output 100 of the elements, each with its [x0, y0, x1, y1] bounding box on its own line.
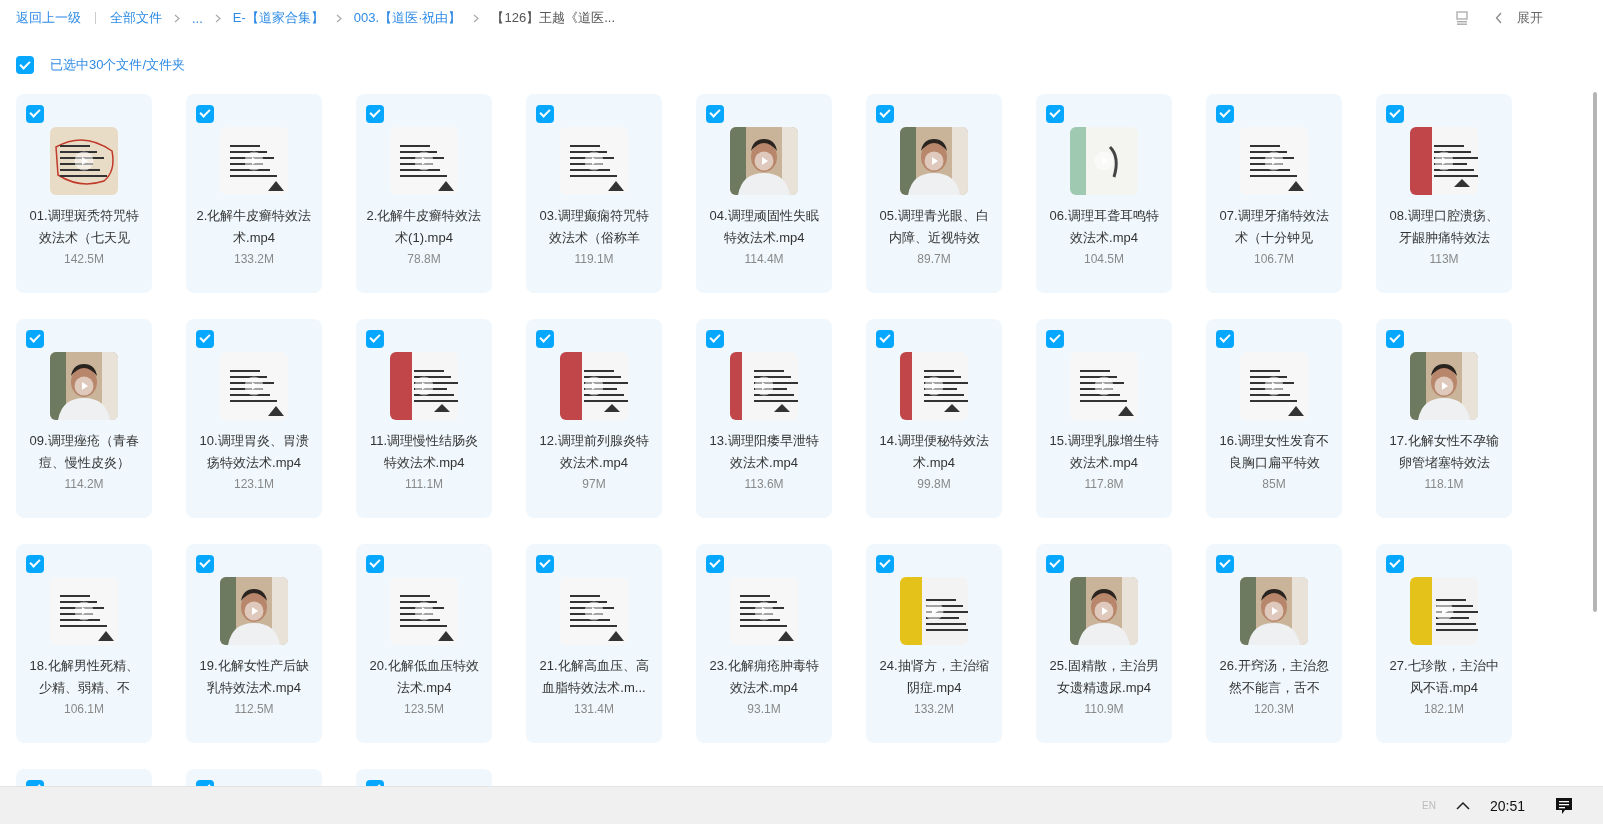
file-size: 120.3M — [1254, 701, 1294, 718]
file-checkbox[interactable] — [26, 554, 44, 573]
file-checkbox[interactable] — [1046, 554, 1064, 573]
file-card[interactable]: 01.调理斑秃符咒特效法术（七天见 142.5M — [16, 94, 152, 293]
breadcrumb-link[interactable]: 全部文件 — [110, 9, 162, 27]
play-icon — [924, 601, 944, 621]
list-view-icon[interactable] — [1455, 11, 1469, 25]
file-name: 19.化解女性产后缺乳特效法术.mp4 — [198, 657, 310, 697]
expand-button[interactable]: 展开 — [1517, 9, 1543, 27]
file-checkbox[interactable] — [706, 329, 724, 348]
chevron-left-icon[interactable] — [1495, 12, 1503, 24]
file-size: 118.1M — [1424, 476, 1464, 493]
play-icon — [1264, 601, 1284, 621]
file-card[interactable]: 2.化解牛皮癣特效法术.mp4 133.2M — [186, 94, 322, 293]
file-card[interactable]: 06.调理耳聋耳鸣特效法术.mp4 104.5M — [1036, 94, 1172, 293]
file-checkbox[interactable] — [366, 104, 384, 123]
scrollbar[interactable] — [1593, 92, 1597, 612]
file-card[interactable]: 19.化解女性产后缺乳特效法术.mp4 112.5M — [186, 544, 322, 743]
file-card[interactable]: 24.抽肾方，主治缩阴症.mp4 133.2M — [866, 544, 1002, 743]
file-size: 131.4M — [574, 701, 614, 718]
file-checkbox[interactable] — [1046, 329, 1064, 348]
file-name: 13.调理阳痿早泄特效法术.mp4 — [708, 432, 820, 472]
file-checkbox[interactable] — [706, 554, 724, 573]
play-icon — [1264, 151, 1284, 171]
file-checkbox[interactable] — [876, 104, 894, 123]
file-card[interactable]: 27.七珍散，主治中风不语.mp4 182.1M — [1376, 544, 1512, 743]
caret-up-icon[interactable] — [1455, 801, 1470, 810]
file-checkbox[interactable] — [196, 329, 214, 348]
file-size: 97M — [582, 476, 606, 493]
play-icon — [414, 376, 434, 396]
file-checkbox[interactable] — [366, 329, 384, 348]
back-link[interactable]: 返回上一级 — [16, 9, 81, 27]
play-icon — [754, 601, 774, 621]
file-checkbox[interactable] — [876, 329, 894, 348]
file-checkbox[interactable] — [196, 554, 214, 573]
file-checkbox[interactable] — [536, 329, 554, 348]
file-card[interactable]: 07.调理牙痛特效法术（十分钟见 106.7M — [1206, 94, 1342, 293]
file-card[interactable]: 09.调理痤疮（青春痘、慢性皮炎） 114.2M — [16, 319, 152, 518]
file-checkbox[interactable] — [1216, 329, 1234, 348]
file-name: 24.抽肾方，主治缩阴症.mp4 — [878, 657, 990, 697]
file-card[interactable]: 10.调理胃炎、胃溃疡特效法术.mp4 123.1M — [186, 319, 322, 518]
file-size: 89.7M — [917, 251, 951, 268]
play-icon — [74, 376, 94, 396]
breadcrumb-link[interactable]: 003.【道医·祝由】 — [353, 9, 462, 27]
play-icon — [244, 151, 264, 171]
file-card[interactable]: 16.调理女性发育不良胸口扁平特效 85M — [1206, 319, 1342, 518]
file-size: 133.2M — [914, 701, 954, 718]
file-checkbox[interactable] — [536, 554, 554, 573]
select-all-checkbox[interactable] — [16, 56, 34, 74]
file-card[interactable]: 17.化解女性不孕输卵管堵塞特效法 118.1M — [1376, 319, 1512, 518]
file-card[interactable]: 21.化解高血压、高血脂特效法术.m... 131.4M — [526, 544, 662, 743]
file-card[interactable]: 26.开窍汤，主治忽然不能言，舌不 120.3M — [1206, 544, 1342, 743]
play-icon — [414, 151, 434, 171]
play-icon — [414, 601, 434, 621]
breadcrumb-link[interactable]: E-【道家合集】 — [232, 9, 324, 27]
file-card[interactable]: 11.调理慢性结肠炎特效法术.mp4 111.1M — [356, 319, 492, 518]
selection-count: 已选中30个文件/文件夹 — [50, 56, 186, 74]
file-checkbox[interactable] — [26, 104, 44, 123]
file-card[interactable]: 20.化解低血压特效法术.mp4 123.5M — [356, 544, 492, 743]
file-checkbox[interactable] — [1046, 104, 1064, 123]
file-card[interactable]: 2.化解牛皮癣特效法术(1).mp4 78.8M — [356, 94, 492, 293]
file-name: 14.调理便秘特效法术.mp4 — [878, 432, 990, 472]
clock[interactable]: 20:51 — [1489, 797, 1525, 814]
file-checkbox[interactable] — [1386, 104, 1404, 123]
file-card[interactable]: 03.调理癫痫符咒特效法术（俗称羊 119.1M — [526, 94, 662, 293]
play-icon — [1434, 151, 1454, 171]
file-checkbox[interactable] — [1386, 554, 1404, 573]
file-checkbox[interactable] — [1386, 329, 1404, 348]
file-checkbox[interactable] — [196, 104, 214, 123]
breadcrumb-current[interactable]: 【126】王越《道医... — [491, 9, 615, 27]
file-card[interactable]: 25.固精散，主治男女遗精遗尿.mp4 110.9M — [1036, 544, 1172, 743]
file-card[interactable]: 08.调理口腔溃疡、牙龈肿痛特效法 113M — [1376, 94, 1512, 293]
file-name: 08.调理口腔溃疡、牙龈肿痛特效法 — [1388, 207, 1500, 247]
file-checkbox[interactable] — [26, 329, 44, 348]
file-card[interactable]: 05.调理青光眼、白内障、近视特效 89.7M — [866, 94, 1002, 293]
file-card[interactable]: 23.化解痈疮肿毒特效法术.mp4 93.1M — [696, 544, 832, 743]
file-size: 113.6M — [744, 476, 784, 493]
file-card[interactable]: 04.调理顽固性失眠特效法术.mp4 114.4M — [696, 94, 832, 293]
file-card[interactable]: 14.调理便秘特效法术.mp4 99.8M — [866, 319, 1002, 518]
file-size: 112.5M — [234, 701, 274, 718]
play-icon — [74, 151, 94, 171]
file-name: 18.化解男性死精、少精、弱精、不 — [28, 657, 140, 697]
file-checkbox[interactable] — [366, 554, 384, 573]
file-name: 16.调理女性发育不良胸口扁平特效 — [1218, 432, 1330, 472]
file-card[interactable]: 18.化解男性死精、少精、弱精、不 106.1M — [16, 544, 152, 743]
breadcrumb-link[interactable]: ... — [192, 10, 203, 26]
file-checkbox[interactable] — [1216, 554, 1234, 573]
file-checkbox[interactable] — [876, 554, 894, 573]
play-icon — [754, 151, 774, 171]
file-card[interactable]: 15.调理乳腺增生特效法术.mp4 117.8M — [1036, 319, 1172, 518]
file-card[interactable]: 12.调理前列腺炎特效法术.mp4 97M — [526, 319, 662, 518]
file-size: 119.1M — [574, 251, 614, 268]
file-card[interactable]: 13.调理阳痿早泄特效法术.mp4 113.6M — [696, 319, 832, 518]
file-checkbox[interactable] — [1216, 104, 1234, 123]
play-icon — [244, 376, 264, 396]
file-size: 106.7M — [1254, 251, 1294, 268]
notification-icon[interactable] — [1555, 796, 1573, 815]
file-checkbox[interactable] — [706, 104, 724, 123]
file-size: 93.1M — [747, 701, 781, 718]
file-checkbox[interactable] — [536, 104, 554, 123]
